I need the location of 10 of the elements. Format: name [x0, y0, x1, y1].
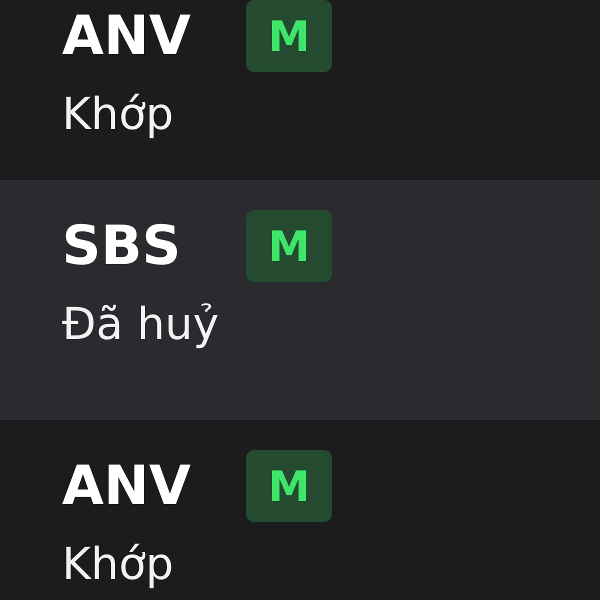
- order-status: Khớp: [62, 542, 174, 588]
- order-status: Đã huỷ: [62, 302, 219, 348]
- order-type-badge: M: [246, 450, 332, 522]
- order-type-badge: M: [246, 210, 332, 282]
- order-row[interactable]: SBS M Đã huỷ: [0, 180, 600, 420]
- ticker-symbol: SBS: [62, 213, 182, 279]
- order-type-badge: M: [246, 0, 332, 72]
- order-status: Khớp: [62, 92, 174, 138]
- ticker-symbol: ANV: [62, 453, 192, 519]
- ticker-symbol: ANV: [62, 3, 192, 69]
